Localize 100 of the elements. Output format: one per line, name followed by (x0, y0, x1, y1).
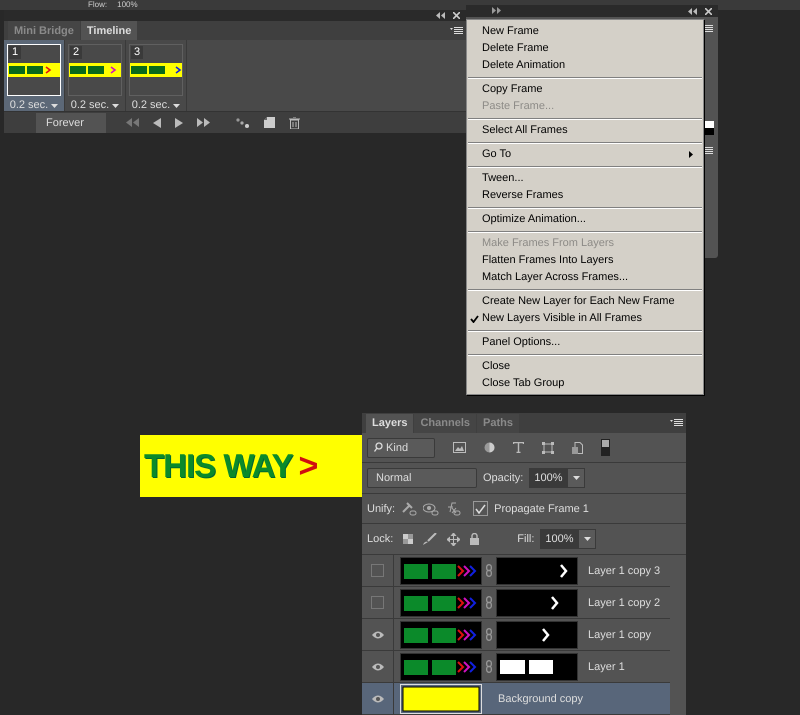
flow-label: Flow: (88, 0, 108, 10)
image-icon[interactable] (453, 442, 466, 453)
opacity-field[interactable]: 100% (529, 468, 568, 488)
duplicate-frame-icon[interactable] (264, 117, 275, 128)
close-icon[interactable] (705, 8, 712, 14)
link-icon (486, 564, 492, 578)
menu-item[interactable]: Panel Options... (467, 334, 703, 351)
link-icon (486, 660, 492, 674)
menu-item[interactable]: New Layers Visible in All Frames (467, 310, 703, 327)
caret-icon (112, 104, 120, 108)
menu-item[interactable]: Delete Frame (467, 40, 703, 57)
expand-icon[interactable] (492, 7, 501, 14)
trash-icon[interactable] (289, 116, 300, 129)
collapse-icon[interactable] (688, 8, 697, 14)
menu-item[interactable]: Create New Layer for Each New Frame (467, 293, 703, 310)
caret-icon (572, 476, 580, 480)
panel-menu-icon[interactable] (705, 147, 713, 155)
caret-icon (51, 104, 58, 108)
animation-frame[interactable]: 3 0.2 sec. (126, 40, 187, 112)
eye-icon[interactable] (372, 662, 384, 671)
menu-item[interactable]: Match Layer Across Frames... (467, 269, 703, 286)
lock-icon[interactable] (470, 533, 480, 546)
fill-dropdown[interactable] (578, 529, 596, 550)
frame-delay-dropdown[interactable]: 0.2 sec. (10, 99, 58, 112)
visibility-toggle[interactable] (371, 564, 384, 578)
menu-item[interactable]: Tween... (467, 170, 703, 187)
menu-item[interactable]: Select All Frames (467, 122, 703, 139)
unify-position-icon[interactable] (401, 502, 418, 516)
previous-frame-icon[interactable] (153, 118, 161, 128)
smart-object-icon[interactable] (572, 442, 583, 454)
shape-icon[interactable] (542, 442, 554, 454)
frame-delay-dropdown[interactable]: 0.2 sec. (132, 99, 180, 112)
close-icon[interactable] (453, 12, 460, 20)
color-swatch-icon[interactable] (704, 121, 714, 135)
unify-visibility-icon[interactable] (423, 502, 440, 516)
loop-dropdown[interactable]: Forever (36, 112, 106, 133)
layer-row[interactable]: Layer 1 copy (362, 619, 670, 652)
frame-delay-dropdown[interactable]: 0.2 sec. (70, 99, 120, 112)
fill-field[interactable]: 100% (540, 529, 578, 550)
next-frame-icon[interactable] (197, 118, 211, 128)
opacity-dropdown[interactable] (567, 468, 586, 488)
visibility-toggle[interactable] (371, 596, 384, 610)
search-icon (374, 442, 383, 452)
frame-number: 2 (70, 46, 82, 60)
eye-icon[interactable] (372, 694, 384, 703)
play-icon[interactable] (175, 118, 183, 128)
frame-number: 1 (9, 46, 22, 60)
layer-name: Layer 1 copy 2 (588, 596, 660, 609)
menu-item[interactable]: Go To (467, 146, 703, 163)
flow-field[interactable]: 100% (117, 0, 138, 10)
menu-item[interactable]: Reverse Frames (467, 187, 703, 204)
filter-kind-dropdown[interactable]: Kind (367, 438, 435, 458)
propagate-label: Propagate Frame 1 (494, 502, 589, 515)
animation-frame[interactable]: 1 0.2 sec. (4, 40, 65, 112)
menu-item[interactable]: Close (467, 358, 703, 375)
propagate-checkbox[interactable] (473, 501, 488, 516)
link-icon (486, 628, 492, 642)
eye-icon[interactable] (372, 630, 384, 639)
menu-item[interactable]: New Frame (467, 23, 703, 40)
animation-frame[interactable]: 2 0.2 sec. (65, 40, 126, 112)
adjustment-icon[interactable] (484, 442, 495, 453)
layer-row[interactable]: Layer 1 copy 2 (362, 587, 670, 620)
fill-label: Fill: (517, 533, 534, 546)
layer-row[interactable]: Background copy (362, 683, 670, 715)
brush-icon[interactable] (423, 533, 438, 546)
layer-name: Layer 1 (588, 660, 625, 673)
frame-thumbnail (69, 63, 121, 78)
layer-name: Background copy (498, 692, 583, 705)
first-frame-icon[interactable] (125, 118, 139, 128)
panel-tab[interactable]: Timeline (80, 21, 138, 40)
frame-thumbnail (8, 63, 60, 78)
lock-transparency-icon[interactable] (403, 534, 414, 544)
layer-row[interactable]: Layer 1 (362, 651, 670, 684)
canvas-text: THIS WAY (144, 448, 292, 484)
panel-menu-icon[interactable] (705, 25, 713, 33)
canvas-arrow-text: > (298, 446, 318, 486)
unify-style-icon[interactable] (445, 502, 462, 516)
panel-menu-icon[interactable] (670, 419, 683, 427)
menu-item[interactable]: Copy Frame (467, 81, 703, 98)
tween-icon[interactable] (236, 118, 250, 128)
menu-item[interactable]: Flatten Frames Into Layers (467, 252, 703, 269)
menu-item[interactable]: Optimize Animation... (467, 211, 703, 228)
layer-row[interactable]: Layer 1 copy 3 (362, 555, 670, 588)
menu-item[interactable]: Close Tab Group (467, 375, 703, 392)
caret-icon (584, 537, 591, 542)
panel-tab[interactable]: Layers (366, 414, 414, 433)
frame-thumbnail (130, 63, 182, 78)
layer-name: Layer 1 copy 3 (588, 564, 660, 577)
link-icon (486, 596, 492, 610)
panel-menu-icon[interactable] (450, 27, 463, 36)
blend-mode-dropdown[interactable]: Normal (367, 468, 477, 488)
unify-label: Unify: (367, 502, 396, 515)
filter-toggle-icon[interactable] (601, 439, 610, 456)
menu-item[interactable]: Delete Animation (467, 57, 703, 74)
move-icon[interactable] (447, 532, 460, 546)
caret-icon (173, 104, 180, 108)
type-icon[interactable] (513, 442, 524, 453)
lock-label: Lock: (367, 533, 394, 546)
frame-number: 3 (131, 46, 144, 60)
opacity-label: Opacity: (483, 472, 524, 484)
